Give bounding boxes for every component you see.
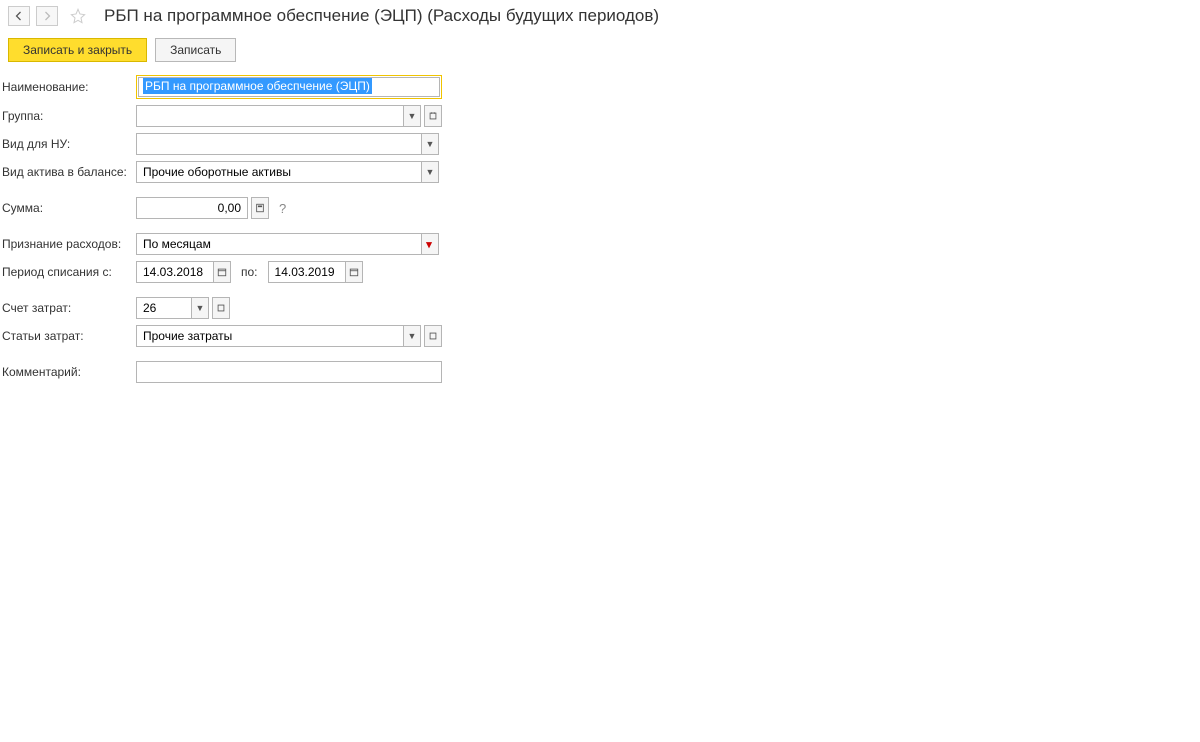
group-combo[interactable]: ▼ xyxy=(136,105,442,127)
nu-type-label: Вид для НУ: xyxy=(0,137,136,151)
writeoff-to-label: по: xyxy=(241,265,258,279)
cost-items-label: Статьи затрат: xyxy=(0,329,136,343)
nu-type-dropdown-icon[interactable]: ▼ xyxy=(421,133,439,155)
favorite-star-icon[interactable] xyxy=(68,6,88,26)
open-external-icon xyxy=(428,111,438,121)
open-external-icon xyxy=(428,331,438,341)
arrow-left-icon xyxy=(13,10,25,22)
open-external-icon xyxy=(216,303,226,313)
writeoff-from-combo[interactable] xyxy=(136,261,231,283)
calendar-icon xyxy=(217,267,227,277)
writeoff-period-label: Период списания с: xyxy=(0,265,136,279)
cost-items-dropdown-icon[interactable]: ▼ xyxy=(403,325,421,347)
expense-recognition-input[interactable] xyxy=(136,233,422,255)
writeoff-to-calendar-icon[interactable] xyxy=(345,261,363,283)
name-input[interactable]: РБП на программное обеспчение (ЭЦП) xyxy=(138,77,440,97)
group-dropdown-icon[interactable]: ▼ xyxy=(403,105,421,127)
cost-account-label: Счет затрат: xyxy=(0,301,136,315)
expense-recognition-combo[interactable]: ▾ xyxy=(136,233,439,255)
sum-help-icon[interactable]: ? xyxy=(279,201,286,216)
sum-calc-icon[interactable] xyxy=(251,197,269,219)
calendar-icon xyxy=(349,267,359,277)
group-input[interactable] xyxy=(136,105,404,127)
comment-label: Комментарий: xyxy=(0,365,136,379)
page-title: РБП на программное обеспчение (ЭЦП) (Рас… xyxy=(104,6,659,26)
writeoff-to-combo[interactable] xyxy=(268,261,363,283)
balance-asset-input[interactable] xyxy=(136,161,422,183)
forward-button[interactable] xyxy=(36,6,58,26)
cost-items-open-icon[interactable] xyxy=(424,325,442,347)
comment-input[interactable] xyxy=(136,361,442,383)
expense-recognition-dropdown-icon[interactable]: ▾ xyxy=(421,233,439,255)
nu-type-combo[interactable]: ▼ xyxy=(136,133,439,155)
balance-asset-dropdown-icon[interactable]: ▼ xyxy=(421,161,439,183)
balance-asset-label: Вид актива в балансе: xyxy=(0,165,136,179)
name-selected-text: РБП на программное обеспчение (ЭЦП) xyxy=(143,78,372,94)
cost-account-combo[interactable]: ▼ xyxy=(136,297,230,319)
arrow-right-icon xyxy=(41,10,53,22)
save-button[interactable]: Записать xyxy=(155,38,236,62)
sum-label: Сумма: xyxy=(0,201,136,215)
writeoff-to-input[interactable] xyxy=(268,261,346,283)
group-label: Группа: xyxy=(0,109,136,123)
writeoff-from-input[interactable] xyxy=(136,261,214,283)
cost-account-open-icon[interactable] xyxy=(212,297,230,319)
star-icon xyxy=(70,8,86,24)
name-label: Наименование: xyxy=(0,80,136,94)
balance-asset-combo[interactable]: ▼ xyxy=(136,161,439,183)
writeoff-from-calendar-icon[interactable] xyxy=(213,261,231,283)
sum-input[interactable] xyxy=(136,197,248,219)
expense-recognition-label: Признание расходов: xyxy=(0,237,136,251)
name-field-wrap: РБП на программное обеспчение (ЭЦП) xyxy=(136,75,442,99)
calculator-icon xyxy=(255,203,265,213)
cost-items-input[interactable] xyxy=(136,325,404,347)
cost-items-combo[interactable]: ▼ xyxy=(136,325,442,347)
nu-type-input[interactable] xyxy=(136,133,422,155)
group-open-icon[interactable] xyxy=(424,105,442,127)
cost-account-input[interactable] xyxy=(136,297,192,319)
back-button[interactable] xyxy=(8,6,30,26)
cost-account-dropdown-icon[interactable]: ▼ xyxy=(191,297,209,319)
save-and-close-button[interactable]: Записать и закрыть xyxy=(8,38,147,62)
